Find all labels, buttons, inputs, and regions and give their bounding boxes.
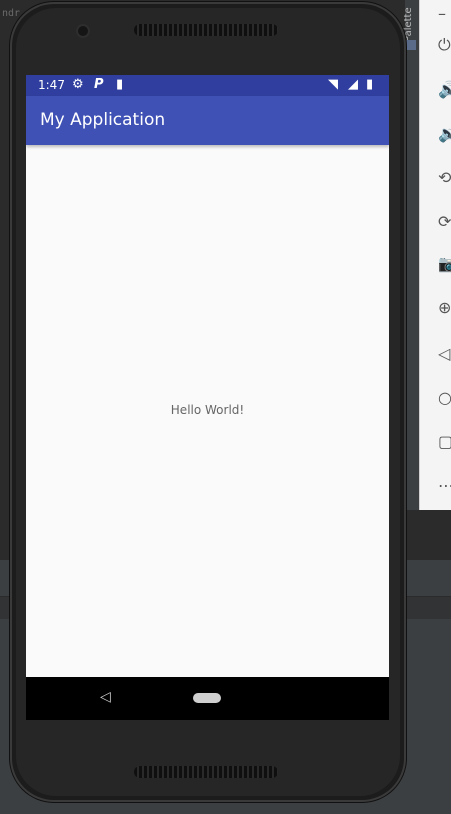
hello-text: Hello World! xyxy=(170,403,245,417)
gear-icon: ⚙ xyxy=(72,77,84,92)
battery-icon: ▮ xyxy=(366,77,374,92)
back-icon: ◁ xyxy=(438,343,451,363)
front-camera xyxy=(78,26,88,36)
ide-code-fragment: ndr xyxy=(2,8,21,19)
app-title: My Application xyxy=(40,110,166,130)
bottom-speaker xyxy=(134,766,278,778)
signal-icon: ◢ xyxy=(348,77,358,92)
volume-down-button[interactable]: 🔉 xyxy=(420,120,451,146)
power-icon: ⏻ xyxy=(438,35,451,54)
rotate-right-icon: ⟳ xyxy=(438,211,451,231)
home-button[interactable]: ○ xyxy=(420,384,451,410)
navigation-bar: ◁ xyxy=(26,677,389,720)
screenshot-button[interactable]: 📷 xyxy=(420,250,451,276)
power-button[interactable]: ⏻ xyxy=(420,32,451,58)
rotate-left-icon: ⟲ xyxy=(438,167,451,187)
nav-back-icon[interactable]: ◁ xyxy=(100,689,111,705)
volume-down-icon: 🔉 xyxy=(438,123,451,143)
volume-up-button[interactable]: 🔊 xyxy=(420,76,451,102)
zoom-button[interactable]: ⊕ xyxy=(420,294,451,320)
palette-tab-label[interactable]: Palette xyxy=(403,2,419,42)
status-time: 1:47 xyxy=(38,78,65,92)
palette-strip[interactable] xyxy=(404,0,419,510)
volume-up-icon: 🔊 xyxy=(438,79,451,99)
camera-icon: 📷 xyxy=(438,253,451,273)
home-icon: ○ xyxy=(438,387,451,407)
emulator-toolbar: – ⏻ 🔊 🔉 ⟲ ⟳ 📷 ⊕ ◁ ○ ▢ ⋯ xyxy=(419,0,451,510)
more-icon: ⋯ xyxy=(438,475,451,495)
rotate-left-button[interactable]: ⟲ xyxy=(420,164,451,190)
minimize-icon: – xyxy=(438,3,446,23)
palette-tab-icon xyxy=(406,40,416,50)
wifi-icon: ◥ xyxy=(328,77,338,92)
rotate-right-button[interactable]: ⟳ xyxy=(420,208,451,234)
overview-icon: ▢ xyxy=(438,431,451,451)
status-bar: 1:47 ⚙ P ▮ ◥ ◢ ▮ xyxy=(26,75,389,96)
app-bar: My Application xyxy=(26,96,389,145)
device-screen[interactable]: 1:47 ⚙ P ▮ ◥ ◢ ▮ My Application Hello Wo… xyxy=(26,75,389,720)
nav-home-icon[interactable] xyxy=(193,693,221,703)
sd-card-icon: ▮ xyxy=(116,77,124,92)
top-speaker xyxy=(134,24,278,36)
back-button[interactable]: ◁ xyxy=(420,340,451,366)
more-button[interactable]: ⋯ xyxy=(420,472,451,498)
overview-button[interactable]: ▢ xyxy=(420,428,451,454)
zoom-icon: ⊕ xyxy=(438,297,451,317)
minimize-button[interactable]: – xyxy=(420,0,451,26)
parking-icon: P xyxy=(94,77,104,92)
